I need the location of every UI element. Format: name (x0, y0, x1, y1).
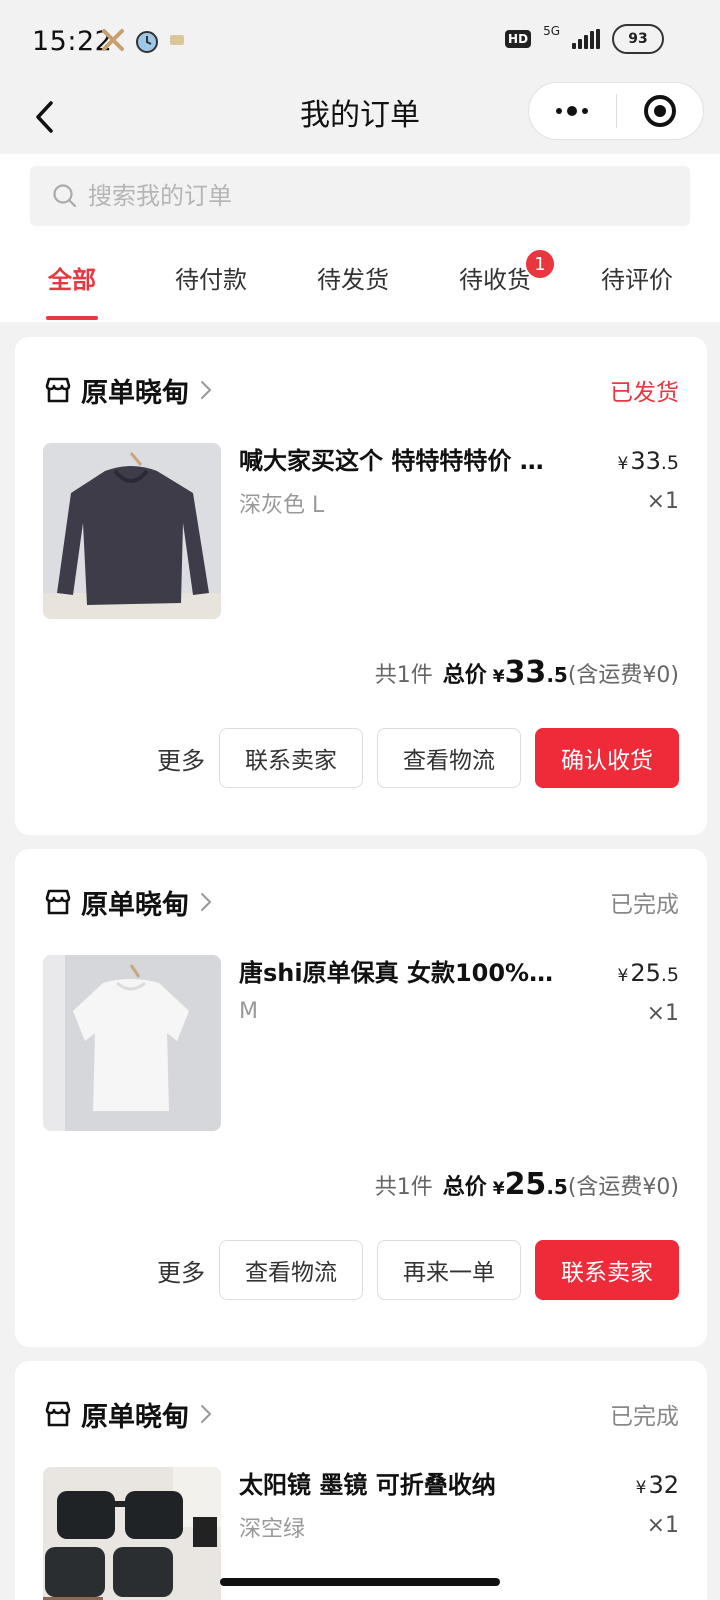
product-quantity: ×1 (646, 1001, 679, 1026)
target-icon (643, 95, 676, 127)
system-icons: HD 5G 93 (505, 24, 664, 54)
chevron-right-icon (201, 893, 212, 911)
tab-pending-receipt[interactable]: 待收货 1 (456, 232, 556, 322)
shop-name: 原单晓甸 (81, 1401, 189, 1433)
tab-badge-count: 1 (524, 248, 556, 280)
search-input[interactable] (88, 182, 648, 210)
shipping-fee: (含运费¥0) (567, 1175, 679, 1200)
item-count: 共1件 (374, 1175, 433, 1200)
product-title[interactable]: 太阳镜 墨镜 可折叠收纳 (239, 1467, 559, 1503)
order-actions: 更多 查看物流 再来一单 联系卖家 (157, 1239, 679, 1301)
tab-pending-shipment[interactable]: 待发货 (314, 232, 392, 322)
signal-icon (572, 29, 600, 49)
search-and-tabs: 全部 待付款 待发货 待收货 1 待评价 (0, 154, 720, 322)
order-header[interactable]: 原单晓甸 已完成 (43, 879, 679, 925)
view-logistics-button[interactable]: 查看物流 (219, 1240, 363, 1300)
order-actions: 更多 联系卖家 查看物流 确认收货 (157, 727, 679, 789)
small-app-icon (170, 35, 184, 45)
battery-level: 93 (628, 31, 648, 47)
order-tabs: 全部 待付款 待发货 待收货 1 待评价 (0, 232, 720, 322)
more-actions-link[interactable]: 更多 (157, 1253, 205, 1288)
total-label: 总价 (442, 1175, 487, 1200)
product-quantity: ×1 (646, 489, 679, 514)
order-status: 已完成 (610, 1404, 679, 1430)
product-title[interactable]: 唐shi原单保真 女款100%纯棉T恤 (239, 955, 559, 991)
nav-bar: 我的订单 (0, 82, 720, 154)
item-count: 共1件 (374, 663, 433, 688)
product-spec: M (239, 999, 258, 1024)
contact-seller-button[interactable]: 联系卖家 (219, 728, 363, 788)
contact-seller-button[interactable]: 联系卖家 (535, 1240, 679, 1300)
tab-pending-review[interactable]: 待评价 (598, 232, 676, 322)
order-header[interactable]: 原单晓甸 已发货 (43, 367, 679, 413)
more-dots-icon (556, 106, 589, 116)
white-tshirt-image (43, 955, 221, 1131)
status-bar: 15:22 HD 5G 93 (0, 0, 720, 82)
search-icon (53, 184, 77, 208)
product-price: ¥32 (635, 1471, 679, 1499)
total-label: 总价 (442, 663, 487, 688)
order-status: 已完成 (610, 892, 679, 918)
shipping-fee: (含运费¥0) (567, 663, 679, 688)
total-amount: 33 (504, 655, 547, 690)
order-card: 原单晓甸 已完成 太阳镜 墨镜 可折叠收纳 深空绿 ¥32 ×1 (15, 1361, 707, 1600)
order-card: 原单晓甸 已完成 唐shi原单保真 女款100%纯棉T恤 M ¥25.5 ×1 … (15, 849, 707, 1347)
alarm-icon (136, 31, 158, 53)
order-total: 共1件 总价 ¥25.5 (含运费¥0) (374, 1167, 679, 1202)
network-type: 5G (543, 24, 560, 38)
product-spec: 深灰色 L (239, 493, 325, 518)
order-card: 原单晓甸 已发货 喊大家买这个 特特特特价 真的太划算了 深灰色 L ¥33.5… (15, 337, 707, 835)
shop-icon (45, 377, 71, 403)
tab-all[interactable]: 全部 (46, 232, 98, 322)
confirm-receipt-button[interactable]: 确认收货 (535, 728, 679, 788)
home-indicator[interactable] (220, 1578, 500, 1586)
reorder-button[interactable]: 再来一单 (377, 1240, 521, 1300)
close-miniprogram-button[interactable] (617, 82, 704, 140)
product-thumbnail[interactable] (43, 443, 221, 619)
chevron-right-icon (201, 1405, 212, 1423)
more-actions-link[interactable]: 更多 (157, 741, 205, 776)
total-amount: 25 (504, 1167, 547, 1202)
order-status: 已发货 (610, 380, 679, 406)
app-notification-icon (102, 29, 124, 51)
product-thumbnail[interactable] (43, 955, 221, 1131)
order-total: 共1件 总价 ¥33.5 (含运费¥0) (374, 655, 679, 690)
product-quantity: ×1 (646, 1513, 679, 1538)
sunglasses-image (43, 1467, 221, 1600)
chevron-right-icon (201, 381, 212, 399)
notification-icons (100, 26, 186, 54)
product-price: ¥33.5 (617, 447, 679, 475)
more-menu-button[interactable] (529, 82, 616, 140)
shop-name: 原单晓甸 (81, 889, 189, 921)
view-logistics-button[interactable]: 查看物流 (377, 728, 521, 788)
miniprogram-capsule (528, 82, 704, 140)
gray-hoodie-image (43, 443, 221, 619)
orders-page: 15:22 HD 5G 93 我的订单 搜索我的订单 全部 待付款 待发货 待收… (0, 0, 720, 1600)
product-price: ¥25.5 (617, 959, 679, 987)
shop-icon (45, 1401, 71, 1427)
shop-name: 原单晓甸 (81, 377, 189, 409)
product-title[interactable]: 喊大家买这个 特特特特价 真的太划算了 (239, 443, 559, 479)
product-spec: 深空绿 (239, 1517, 306, 1542)
tab-pending-payment[interactable]: 待付款 (172, 232, 250, 322)
hd-icon: HD (505, 30, 532, 48)
order-header[interactable]: 原单晓甸 已完成 (43, 1391, 679, 1437)
search-box[interactable] (30, 166, 690, 226)
product-thumbnail[interactable] (43, 1467, 221, 1600)
shop-icon (45, 889, 71, 915)
battery-icon: 93 (612, 24, 664, 54)
